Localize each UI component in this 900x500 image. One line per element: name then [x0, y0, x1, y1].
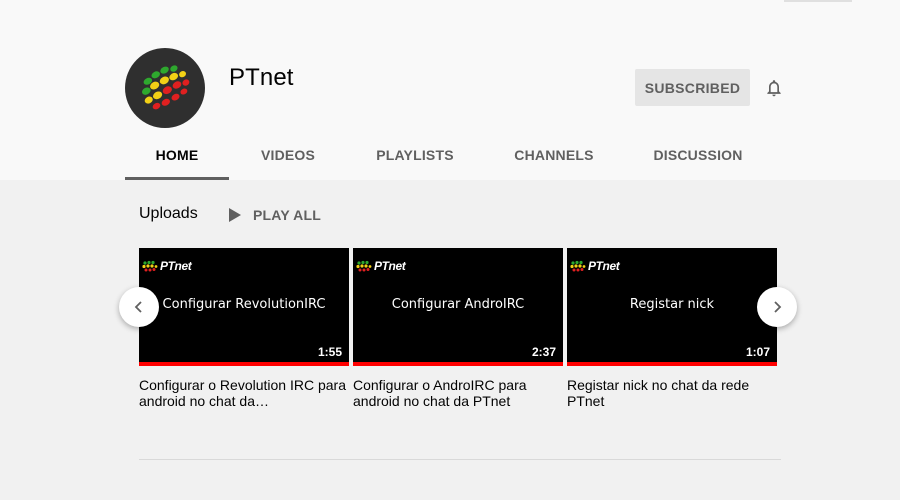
video-title[interactable]: Configurar o AndroIRC para android no ch…: [353, 377, 563, 409]
play-all-button[interactable]: PLAY ALL: [228, 205, 321, 225]
video-card[interactable]: PTnet Configurar AndroIRC 2:37 Configura…: [353, 248, 563, 409]
video-duration: 1:55: [314, 344, 345, 360]
chevron-left-icon: [134, 301, 142, 313]
notification-bell-icon[interactable]: [764, 78, 784, 98]
thumbnail-caption: Configurar AndroIRC: [391, 297, 525, 312]
channel-avatar[interactable]: [125, 48, 205, 128]
watch-progress-bar: [139, 362, 349, 366]
thumbnail-logo: PTnet: [570, 259, 620, 273]
thumbnail-logo: PTnet: [356, 259, 406, 273]
tab-discussion[interactable]: DISCUSSION: [646, 136, 750, 180]
video-duration: 2:37: [528, 344, 559, 360]
chevron-right-icon: [774, 301, 782, 313]
video-card[interactable]: PTnet Registar nick 1:07 Registar nick n…: [567, 248, 777, 409]
tab-videos[interactable]: VIDEOS: [250, 136, 326, 180]
ptnet-dots-icon: [142, 260, 158, 272]
channel-header: PTnet SUBSCRIBED HOME VIDEOS PLAYLISTS C…: [0, 0, 900, 180]
tab-home[interactable]: HOME: [125, 136, 229, 180]
thumbnail-caption: Configurar RevolutionIRC: [162, 297, 326, 312]
play-icon: [229, 208, 241, 222]
watch-progress-bar: [567, 362, 777, 366]
thumbnail-logo: PTnet: [142, 259, 192, 273]
uploads-shelf-title[interactable]: Uploads: [139, 205, 198, 223]
thumbnail-logo-text: PTnet: [588, 259, 620, 273]
subscribed-button[interactable]: SUBSCRIBED: [635, 69, 750, 106]
thumbnail-logo-text: PTnet: [374, 259, 406, 273]
video-title[interactable]: Configurar o Revolution IRC para android…: [139, 377, 349, 409]
ptnet-globe-logo-icon: [142, 65, 190, 110]
thumbnail-logo-text: PTnet: [160, 259, 192, 273]
video-duration: 1:07: [742, 344, 773, 360]
tab-channels[interactable]: CHANNELS: [509, 136, 599, 180]
video-thumbnail[interactable]: PTnet Registar nick 1:07: [567, 248, 777, 366]
shelf-previous-button[interactable]: [119, 287, 159, 327]
play-all-label: PLAY ALL: [253, 207, 321, 223]
video-title[interactable]: Registar nick no chat da rede PTnet: [567, 377, 777, 409]
video-card[interactable]: PTnet Configurar RevolutionIRC 1:55 Conf…: [139, 248, 349, 409]
thumbnail-caption: Registar nick: [629, 297, 715, 312]
video-thumbnail[interactable]: PTnet Configurar AndroIRC 2:37: [353, 248, 563, 366]
channel-name: PTnet: [229, 64, 294, 91]
tab-playlists[interactable]: PLAYLISTS: [368, 136, 462, 180]
ptnet-dots-icon: [570, 260, 586, 272]
video-thumbnail[interactable]: PTnet Configurar RevolutionIRC 1:55: [139, 248, 349, 366]
shelf-next-button[interactable]: [757, 287, 797, 327]
top-edge-element: [784, 0, 852, 2]
ptnet-dots-icon: [356, 260, 372, 272]
shelf-divider: [139, 459, 781, 460]
watch-progress-bar: [353, 362, 563, 366]
